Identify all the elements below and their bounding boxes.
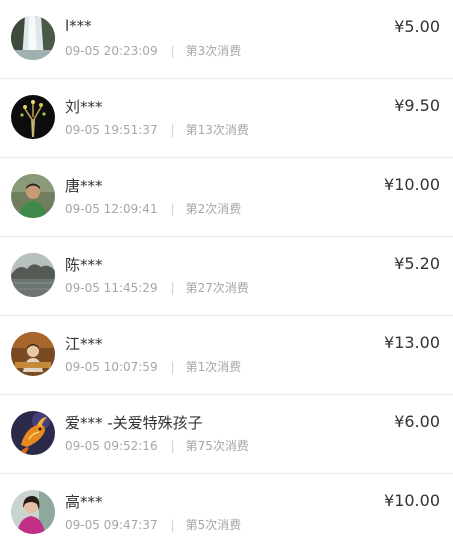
meta-divider: | xyxy=(170,360,175,374)
customer-name: 唐*** xyxy=(65,177,103,195)
record-time: 09-05 11:45:29 xyxy=(65,281,158,295)
currency-symbol: ¥ xyxy=(394,17,405,36)
list-item[interactable]: 爱*** -关爱特殊孩子 09-05 09:52:16 | 第75次消费 ¥6.00 xyxy=(0,395,453,474)
purchase-count: 第5次消费 xyxy=(185,518,242,532)
record-meta: 09-05 19:51:37 | 第13次消费 xyxy=(65,121,249,138)
koi-fish-icon xyxy=(11,411,55,455)
meta-divider: | xyxy=(170,202,175,216)
customer-name: 陈*** xyxy=(65,256,103,274)
avatar xyxy=(11,95,55,139)
amount: ¥10.00 xyxy=(384,175,440,194)
customer-name: l*** xyxy=(65,17,92,35)
record-time: 09-05 20:23:09 xyxy=(65,44,158,58)
list-item[interactable]: l*** 09-05 20:23:09 | 第3次消费 ¥5.00 xyxy=(0,0,453,79)
avatar xyxy=(11,253,55,297)
currency-symbol: ¥ xyxy=(394,254,405,273)
currency-symbol: ¥ xyxy=(394,412,405,431)
amount-value: 10.00 xyxy=(394,175,440,194)
purchase-count: 第27次消费 xyxy=(185,281,249,295)
customer-name: 刘*** xyxy=(65,98,103,116)
record-meta: 09-05 09:52:16 | 第75次消费 xyxy=(65,437,249,454)
meta-divider: | xyxy=(170,281,175,295)
customer-name: 爱*** -关爱特殊孩子 xyxy=(65,414,203,432)
list-item[interactable]: 陈*** 09-05 11:45:29 | 第27次消费 ¥5.20 xyxy=(0,237,453,316)
avatar xyxy=(11,174,55,218)
meta-divider: | xyxy=(170,439,175,453)
meta-divider: | xyxy=(170,44,175,58)
amount: ¥9.50 xyxy=(394,96,440,115)
amount: ¥10.00 xyxy=(384,491,440,510)
avatar xyxy=(11,490,55,534)
meta-divider: | xyxy=(170,518,175,532)
amount-value: 13.00 xyxy=(394,333,440,352)
record-meta: 09-05 10:07:59 | 第1次消费 xyxy=(65,358,241,375)
list-item[interactable]: 刘*** 09-05 19:51:37 | 第13次消费 ¥9.50 xyxy=(0,79,453,158)
record-time: 09-05 09:47:37 xyxy=(65,518,158,532)
amount: ¥6.00 xyxy=(394,412,440,431)
record-time: 09-05 10:07:59 xyxy=(65,360,158,374)
customer-name: 江*** xyxy=(65,335,103,353)
amount-value: 10.00 xyxy=(394,491,440,510)
amount-value: 9.50 xyxy=(404,96,440,115)
currency-symbol: ¥ xyxy=(384,175,395,194)
purchase-count: 第3次消费 xyxy=(185,44,242,58)
list-item[interactable]: 唐*** 09-05 12:09:41 | 第2次消费 ¥10.00 xyxy=(0,158,453,237)
amount: ¥13.00 xyxy=(384,333,440,352)
amount-value: 5.00 xyxy=(404,17,440,36)
amount: ¥5.20 xyxy=(394,254,440,273)
record-meta: 09-05 09:47:37 | 第5次消费 xyxy=(65,516,241,533)
record-time: 09-05 09:52:16 xyxy=(65,439,158,453)
list-item[interactable]: 江*** 09-05 10:07:59 | 第1次消费 ¥13.00 xyxy=(0,316,453,395)
purchase-count: 第75次消费 xyxy=(185,439,249,453)
amount: ¥5.00 xyxy=(394,17,440,36)
record-time: 09-05 19:51:37 xyxy=(65,123,158,137)
consumption-record-list: l*** 09-05 20:23:09 | 第3次消费 ¥5.00 刘*** 09-… xyxy=(0,0,453,553)
currency-symbol: ¥ xyxy=(384,333,395,352)
customer-name: 高*** xyxy=(65,493,103,511)
woman-photo-icon xyxy=(11,490,55,534)
currency-symbol: ¥ xyxy=(384,491,395,510)
avatar xyxy=(11,16,55,60)
amount-value: 5.20 xyxy=(404,254,440,273)
amount-value: 6.00 xyxy=(404,412,440,431)
purchase-count: 第13次消费 xyxy=(185,123,249,137)
lake-landscape-icon xyxy=(11,253,55,297)
record-meta: 09-05 11:45:29 | 第27次消费 xyxy=(65,279,249,296)
record-meta: 09-05 12:09:41 | 第2次消费 xyxy=(65,200,241,217)
purchase-count: 第2次消费 xyxy=(185,202,242,216)
purchase-count: 第1次消费 xyxy=(185,360,242,374)
cartoon-figure-icon xyxy=(11,332,55,376)
waterfall-photo-icon xyxy=(11,16,55,60)
record-time: 09-05 12:09:41 xyxy=(65,202,158,216)
record-meta: 09-05 20:23:09 | 第3次消费 xyxy=(65,42,241,59)
person-photo-icon xyxy=(11,174,55,218)
avatar xyxy=(11,332,55,376)
currency-symbol: ¥ xyxy=(394,96,405,115)
tree-drawing-icon xyxy=(11,95,55,139)
list-item[interactable]: 高*** 09-05 09:47:37 | 第5次消费 ¥10.00 xyxy=(0,474,453,553)
avatar xyxy=(11,411,55,455)
meta-divider: | xyxy=(170,123,175,137)
